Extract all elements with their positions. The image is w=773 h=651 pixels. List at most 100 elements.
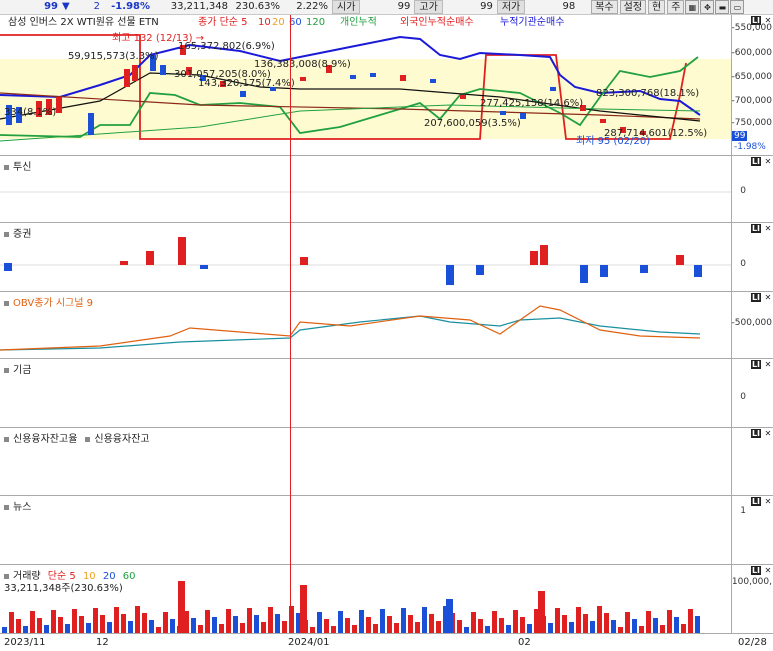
volume-bar [359,610,364,633]
candle [160,65,166,75]
main-button[interactable]: 주 [667,0,685,14]
multi-button[interactable]: 복수 [591,0,618,14]
candle [350,75,356,79]
volume-pane[interactable]: 거래량 단순 5 10 20 60 33,211,348주(230.63%) [0,565,731,634]
candle [88,113,94,135]
date-label: 02/28 [738,637,767,648]
volume-bar [646,611,651,633]
securities-bar [540,245,548,265]
fund-axis[interactable]: LI ✕ 0 [731,359,773,428]
axis-tick: -650,000 [731,72,772,82]
price-axis[interactable]: LI ✕ -550,000 -600,000 -650,000 -700,000 … [731,15,773,156]
volume-bar [300,585,307,633]
volume-bar [373,624,378,633]
pane-menu-icon[interactable]: LI [751,566,761,575]
credit-axis[interactable]: LI ✕ [731,428,773,496]
trust-label: 투신 [4,158,31,173]
close-icon[interactable]: ✕ [763,157,773,166]
open-label: 시가 [332,0,361,14]
price-pane[interactable]: 삼성 인버스 2X WTI원유 선물 ETN 종가 단순 5 10 20 60 … [0,15,731,156]
volume-bar [387,616,392,633]
volume-bar [191,618,196,633]
news-axis[interactable]: LI ✕ 1 [731,496,773,565]
move-icon[interactable]: ✥ [700,0,715,14]
securities-bar [4,263,12,271]
close-icon[interactable]: ✕ [763,293,773,302]
volume-bar [247,608,252,633]
volume-bar [331,626,336,633]
volume-bar [653,618,658,633]
minimize-icon[interactable]: ▬ [715,0,730,14]
volume-bar [44,625,49,633]
legend-foreign: 외국인누적순매수 [400,16,474,28]
close-icon[interactable]: ✕ [763,566,773,575]
credit-pane[interactable]: 신용융자잔고율 신용융자잔고 [0,428,731,496]
close-icon[interactable]: ✕ [763,224,773,233]
volume-bar [178,581,185,633]
securities-axis[interactable]: LI ✕ 0 [731,223,773,292]
obv-axis[interactable]: LI ✕ -500,000 [731,292,773,359]
obv-line [0,305,701,351]
volume-bar [688,609,693,633]
pane-menu-icon[interactable]: LI [751,360,761,369]
securities-chart [0,237,731,285]
axis-tick: -500,000 [731,318,772,328]
news-pane[interactable]: 뉴스 [0,496,731,565]
securities-bar [146,251,154,265]
volume-bar [51,610,56,633]
date-axis[interactable]: 2023/11 12 2024/01 02 02/28 [0,633,767,651]
securities-bar [530,251,538,265]
volume-bar [142,613,147,633]
volume-bar [352,625,357,633]
volume-bar [128,621,133,633]
trust-pane[interactable]: 투신 [0,156,731,223]
securities-bar [694,265,702,277]
volume-bar [611,620,616,633]
volume-bar [436,621,441,633]
close-icon[interactable]: ✕ [763,360,773,369]
trust-axis[interactable]: LI ✕ 0 [731,156,773,223]
crosshair-line [290,15,291,633]
volume-bar [345,618,350,633]
low-value: 98 [562,1,576,12]
close-icon[interactable]: ✕ [763,497,773,506]
candle [550,87,556,91]
securities-bar [580,265,588,283]
trust-chart [0,191,731,193]
volume-bar [254,615,259,633]
annotation-1: 165,372,802(6.9%) [178,41,275,52]
volume-bar [324,619,329,633]
volume-bar [394,623,399,633]
axis-tick: -550,000 [731,23,772,33]
volume-bar [632,619,637,633]
volume-bar [240,623,245,633]
pane-menu-icon[interactable]: LI [751,497,761,506]
pane-menu-icon[interactable]: LI [751,429,761,438]
legend-ma120: 120 [306,17,325,28]
pane-menu-icon[interactable]: LI [751,293,761,302]
volume-bar [261,622,266,633]
candle [500,111,506,115]
volume-axis[interactable]: LI ✕ 100,000, [731,565,773,634]
grid-icon[interactable]: ▦ [685,0,700,14]
pane-menu-icon[interactable]: LI [751,157,761,166]
settings-button[interactable]: 설정 [619,0,647,14]
candle [430,79,436,83]
pane-menu-icon[interactable]: LI [751,224,761,233]
obv-pane[interactable]: OBV종가 시그널 9 [0,292,731,359]
price-change: 2 [93,1,100,12]
current-button[interactable]: 현 [648,0,666,14]
candle [132,65,138,81]
current-price: 99 [44,1,58,12]
window-icon[interactable]: ▭ [730,0,745,14]
volume-bar [548,623,553,633]
securities-pane[interactable]: 증권 [0,223,731,292]
open-value: 99 [397,1,411,12]
axis-tick: -750,000 [731,118,772,128]
close-icon[interactable]: ✕ [763,429,773,438]
date-label: 02 [518,637,531,648]
volume-bar [170,619,175,633]
down-arrow-icon: ▼ [62,1,70,12]
fund-pane[interactable]: 기금 [0,359,731,428]
volume-bar [527,624,532,633]
